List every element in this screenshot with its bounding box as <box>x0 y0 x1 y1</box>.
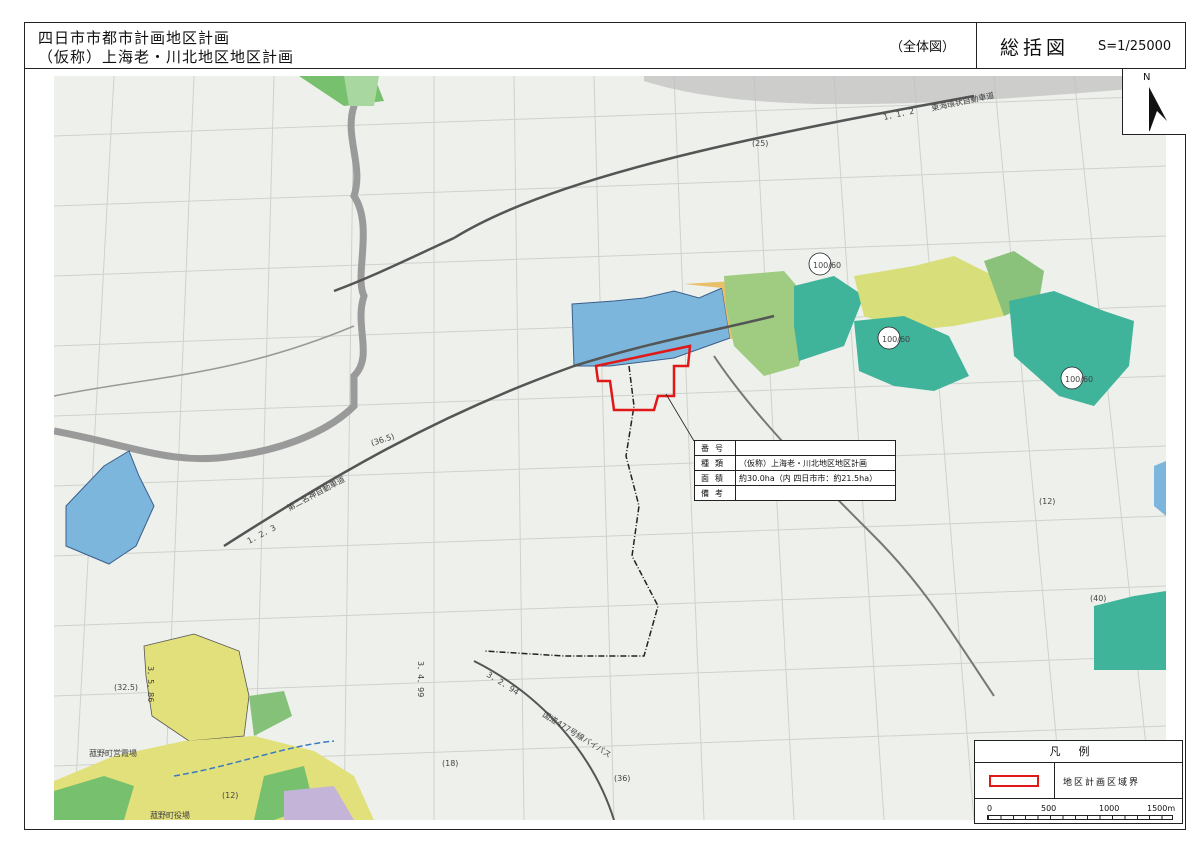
summary-label: 総括図 <box>1000 37 1070 59</box>
label-route-12b: (12) <box>1039 497 1055 506</box>
ratio-badge-3-text: 100/60 <box>1065 375 1093 384</box>
info-row: 番号 <box>694 440 896 456</box>
ratio-badge-2-text: 100/60 <box>882 335 910 344</box>
legend-item-label: 地区計画区域界 <box>1063 778 1141 788</box>
label-route-18: (18) <box>442 759 458 768</box>
scale-label: S=1/25000 <box>1098 39 1172 54</box>
plan-title-line2: （仮称）上海老・川北地区地区計画 <box>38 48 295 66</box>
label-komono: 菰野町役場 <box>150 810 190 820</box>
legend-title: 凡例 <box>975 741 1182 763</box>
ratio-badge-1-text: 100/60 <box>813 261 841 270</box>
info-key: 面積 <box>694 470 736 486</box>
scale-bar <box>987 815 1173 820</box>
scale-tick-1500: 1500m <box>1147 804 1176 813</box>
hatched-zone-top <box>344 76 379 106</box>
label-route-3-4-99: 3．4．99 <box>416 661 425 697</box>
scale-tick-500: 500 <box>1041 804 1057 813</box>
info-value: （仮称）上海老・川北地区地区計画 <box>735 455 896 471</box>
info-key: 種類 <box>694 455 736 471</box>
info-row: 種類 （仮称）上海老・川北地区地区計画 <box>694 455 896 471</box>
boundary-symbol-icon <box>989 775 1039 787</box>
district-info-table: 番号 種類 （仮称）上海老・川北地区地区計画 面積 約30.0ha（内 四日市市… <box>694 440 896 501</box>
scale-tick-0: 0 <box>987 804 993 813</box>
info-key: 備考 <box>694 485 736 501</box>
label-route-32-5: (32.5) <box>114 683 138 692</box>
label-route-25: (25) <box>752 139 768 148</box>
info-value <box>735 440 896 456</box>
map-header: 四日市市都市計画地区計画 （仮称）上海老・川北地区地区計画 （全体図） 総括図 … <box>24 22 1186 69</box>
north-arrow-icon <box>1149 87 1167 131</box>
info-row: 備考 <box>694 485 896 501</box>
info-value <box>735 485 896 501</box>
legend-row-boundary: 地区計画区域界 <box>975 763 1182 799</box>
info-row: 面積 約30.0ha（内 四日市市：約21.5ha） <box>694 470 896 486</box>
plan-title-line1: 四日市市都市計画地区計画 <box>38 29 231 47</box>
label-route-36: (36) <box>614 774 630 783</box>
label-komono-station: 菰野町営霞場 <box>89 748 137 758</box>
legend-divider <box>1054 763 1055 798</box>
label-route-12a: (12) <box>222 791 238 800</box>
info-value: 約30.0ha（内 四日市市：約21.5ha） <box>735 470 896 486</box>
scope-label: （全体図） <box>890 40 956 55</box>
info-key: 番号 <box>694 440 736 456</box>
label-route-3-5-86: 3．5．86 <box>146 666 155 702</box>
label-route-40: (40) <box>1090 594 1106 603</box>
zoning-map[interactable]: 100/60 100/60 100/60 東海環状自動車道 1．1．2 (25)… <box>54 76 1166 820</box>
legend-box: 凡例 地区計画区域界 0 500 1000 1500m <box>974 740 1183 824</box>
scale-tick-1000: 1000 <box>1099 804 1120 813</box>
header-divider <box>976 22 977 68</box>
north-arrow-box: N <box>1122 69 1186 135</box>
